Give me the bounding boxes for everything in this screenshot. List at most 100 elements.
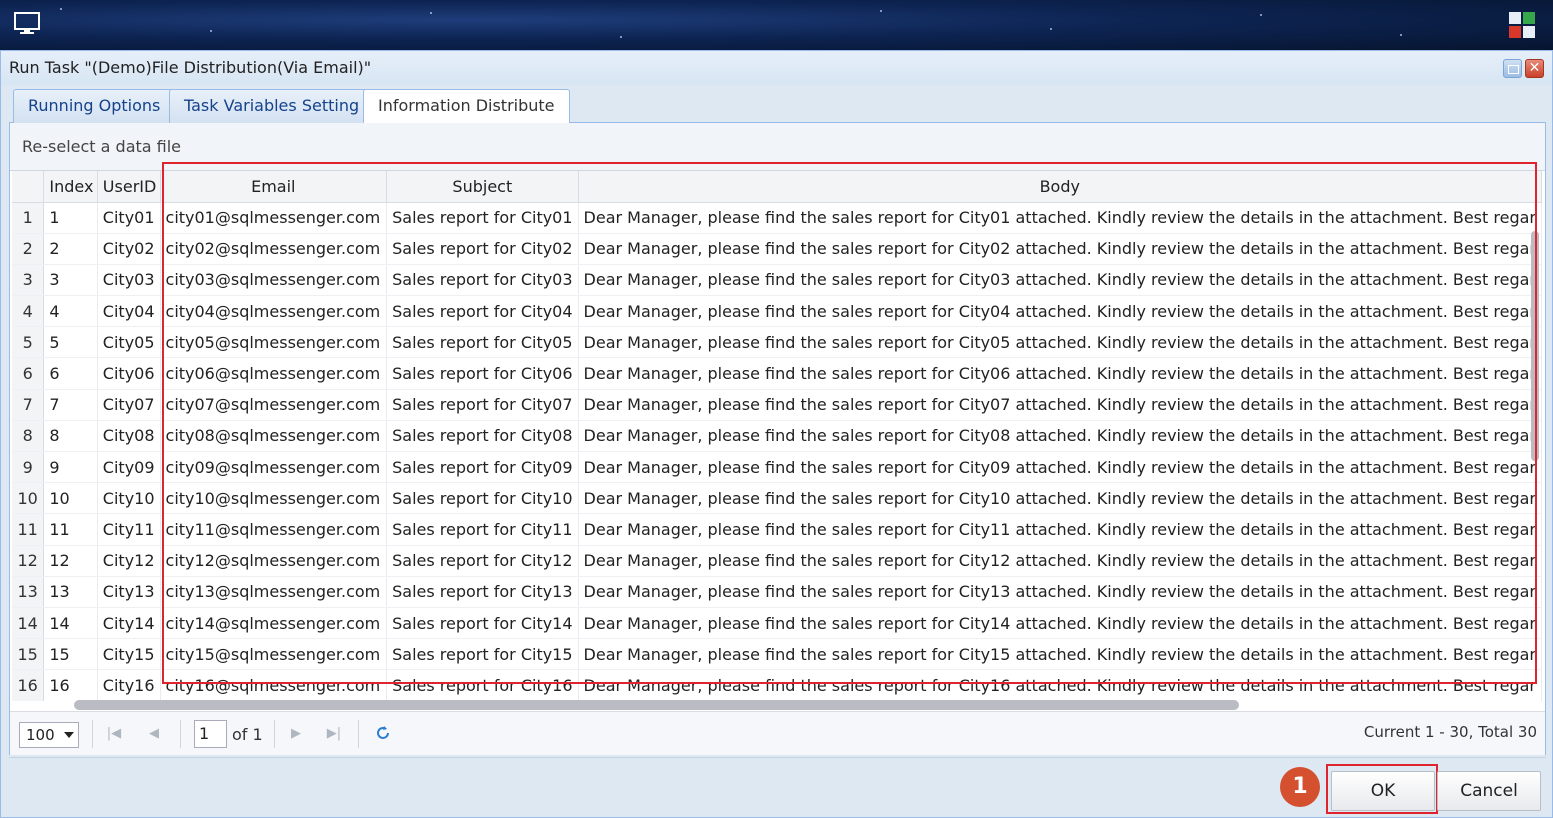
column-header-index[interactable]: Index — [43, 171, 98, 203]
horizontal-scrollbar[interactable] — [56, 698, 1526, 710]
cell-body[interactable]: Dear Manager, please find the sales repo… — [578, 638, 1542, 671]
tab-running-options[interactable]: Running Options — [13, 89, 176, 123]
row-number[interactable]: 12 — [12, 545, 45, 577]
row-number[interactable]: 9 — [12, 451, 45, 484]
cell-email[interactable]: city14@sqlmessenger.com — [160, 607, 388, 640]
cell-userid[interactable]: City11 — [97, 513, 161, 546]
cell-userid[interactable]: City10 — [97, 482, 161, 515]
table-row[interactable]: 16 16 City16 city16@sqlmessenger.com Sales r… — [12, 669, 1542, 701]
cell-email[interactable]: city01@sqlmessenger.com — [160, 202, 388, 234]
cell-body[interactable]: Dear Manager, please find the sales repo… — [578, 326, 1542, 359]
column-header-body[interactable]: Body — [578, 171, 1542, 203]
table-row[interactable]: 14 14 City14 city14@sqlmessenger.com Sales r… — [12, 607, 1542, 640]
cell-email[interactable]: city11@sqlmessenger.com — [160, 513, 388, 546]
cell-subject[interactable]: Sales report for City02 — [386, 233, 579, 265]
cell-index[interactable]: 7 — [43, 389, 98, 421]
row-number[interactable]: 14 — [12, 607, 45, 640]
cell-subject[interactable]: Sales report for City05 — [386, 326, 579, 359]
cell-userid[interactable]: City14 — [97, 607, 161, 640]
row-number[interactable]: 7 — [12, 389, 45, 421]
table-row[interactable]: 13 13 City13 city13@sqlmessenger.com Sales r… — [12, 576, 1542, 608]
current-page-input[interactable]: 1 — [194, 720, 227, 748]
row-number[interactable]: 11 — [12, 513, 45, 546]
cell-body[interactable]: Dear Manager, please find the sales repo… — [578, 357, 1542, 390]
cell-body[interactable]: Dear Manager, please find the sales repo… — [578, 545, 1542, 577]
cell-subject[interactable]: Sales report for City11 — [386, 513, 579, 546]
cell-subject[interactable]: Sales report for City08 — [386, 420, 579, 453]
cell-body[interactable]: Dear Manager, please find the sales repo… — [578, 513, 1542, 546]
cell-index[interactable]: 12 — [43, 545, 98, 577]
cell-email[interactable]: city05@sqlmessenger.com — [160, 326, 388, 359]
cell-subject[interactable]: Sales report for City01 — [386, 202, 579, 234]
app-logo-icon[interactable] — [1507, 10, 1537, 40]
cell-subject[interactable]: Sales report for City13 — [386, 576, 579, 608]
cancel-button[interactable]: Cancel — [1437, 771, 1541, 811]
cell-email[interactable]: city08@sqlmessenger.com — [160, 420, 388, 453]
row-number[interactable]: 3 — [12, 264, 45, 297]
cell-subject[interactable]: Sales report for City06 — [386, 357, 579, 390]
dialog-title-bar[interactable]: Run Task "(Demo)File Distribution(Via Em… — [1, 51, 1552, 85]
table-row[interactable]: 7 7 City07 city07@sqlmessenger.com Sales rep… — [12, 389, 1542, 421]
cell-index[interactable]: 14 — [43, 607, 98, 640]
monitor-icon[interactable] — [14, 12, 40, 36]
table-row[interactable]: 4 4 City04 city04@sqlmessenger.com Sales rep… — [12, 295, 1542, 328]
restore-icon[interactable] — [1503, 59, 1522, 78]
cell-userid[interactable]: City08 — [97, 420, 161, 453]
cell-index[interactable]: 4 — [43, 295, 98, 328]
cell-index[interactable]: 5 — [43, 326, 98, 359]
first-page-icon[interactable]: |◀ — [106, 725, 122, 743]
table-row[interactable]: 5 5 City05 city05@sqlmessenger.com Sales rep… — [12, 326, 1542, 359]
table-row[interactable]: 1 1 City01 city01@sqlmessenger.com Sales rep… — [12, 202, 1542, 234]
cell-subject[interactable]: Sales report for City10 — [386, 482, 579, 515]
cell-email[interactable]: city16@sqlmessenger.com — [160, 669, 388, 701]
cell-index[interactable]: 16 — [43, 669, 98, 701]
cell-userid[interactable]: City16 — [97, 669, 161, 701]
row-number[interactable]: 16 — [12, 669, 45, 701]
table-row[interactable]: 12 12 City12 city12@sqlmessenger.com Sales r… — [12, 545, 1542, 577]
cell-userid[interactable]: City06 — [97, 357, 161, 390]
prev-page-icon[interactable]: ◀ — [146, 725, 162, 743]
row-number[interactable]: 5 — [12, 326, 45, 359]
table-row[interactable]: 8 8 City08 city08@sqlmessenger.com Sales rep… — [12, 420, 1542, 453]
cell-body[interactable]: Dear Manager, please find the sales repo… — [578, 482, 1542, 515]
row-number[interactable]: 13 — [12, 576, 45, 608]
cell-index[interactable]: 8 — [43, 420, 98, 453]
column-header-subject[interactable]: Subject — [386, 171, 579, 203]
cell-body[interactable]: Dear Manager, please find the sales repo… — [578, 607, 1542, 640]
row-number[interactable]: 15 — [12, 638, 45, 671]
row-number[interactable]: 4 — [12, 295, 45, 328]
cell-body[interactable]: Dear Manager, please find the sales repo… — [578, 233, 1542, 265]
column-header-userid[interactable]: UserID — [97, 171, 161, 203]
cell-email[interactable]: city09@sqlmessenger.com — [160, 451, 388, 484]
ok-button[interactable]: OK — [1331, 771, 1435, 811]
tab-task-variables-setting[interactable]: Task Variables Setting — [169, 89, 375, 123]
cell-index[interactable]: 9 — [43, 451, 98, 484]
cell-email[interactable]: city02@sqlmessenger.com — [160, 233, 388, 265]
cell-email[interactable]: city07@sqlmessenger.com — [160, 389, 388, 421]
cell-body[interactable]: Dear Manager, please find the sales repo… — [578, 264, 1542, 297]
cell-subject[interactable]: Sales report for City12 — [386, 545, 579, 577]
cell-subject[interactable]: Sales report for City09 — [386, 451, 579, 484]
cell-email[interactable]: city12@sqlmessenger.com — [160, 545, 388, 577]
cell-index[interactable]: 3 — [43, 264, 98, 297]
cell-email[interactable]: city10@sqlmessenger.com — [160, 482, 388, 515]
cell-userid[interactable]: City04 — [97, 295, 161, 328]
cell-userid[interactable]: City07 — [97, 389, 161, 421]
row-number[interactable]: 1 — [12, 202, 45, 234]
table-row[interactable]: 3 3 City03 city03@sqlmessenger.com Sales rep… — [12, 264, 1542, 297]
cell-index[interactable]: 15 — [43, 638, 98, 671]
cell-index[interactable]: 10 — [43, 482, 98, 515]
cell-userid[interactable]: City09 — [97, 451, 161, 484]
cell-email[interactable]: city06@sqlmessenger.com — [160, 357, 388, 390]
table-row[interactable]: 6 6 City06 city06@sqlmessenger.com Sales rep… — [12, 357, 1542, 390]
cell-body[interactable]: Dear Manager, please find the sales repo… — [578, 669, 1542, 701]
table-row[interactable]: 10 10 City10 city10@sqlmessenger.com Sales r… — [12, 482, 1542, 515]
cell-email[interactable]: city04@sqlmessenger.com — [160, 295, 388, 328]
cell-body[interactable]: Dear Manager, please find the sales repo… — [578, 295, 1542, 328]
table-row[interactable]: 15 15 City15 city15@sqlmessenger.com Sales r… — [12, 638, 1542, 671]
cell-index[interactable]: 2 — [43, 233, 98, 265]
table-row[interactable]: 9 9 City09 city09@sqlmessenger.com Sales rep… — [12, 451, 1542, 484]
close-icon[interactable]: ✕ — [1525, 59, 1544, 78]
cell-index[interactable]: 6 — [43, 357, 98, 390]
cell-index[interactable]: 1 — [43, 202, 98, 234]
